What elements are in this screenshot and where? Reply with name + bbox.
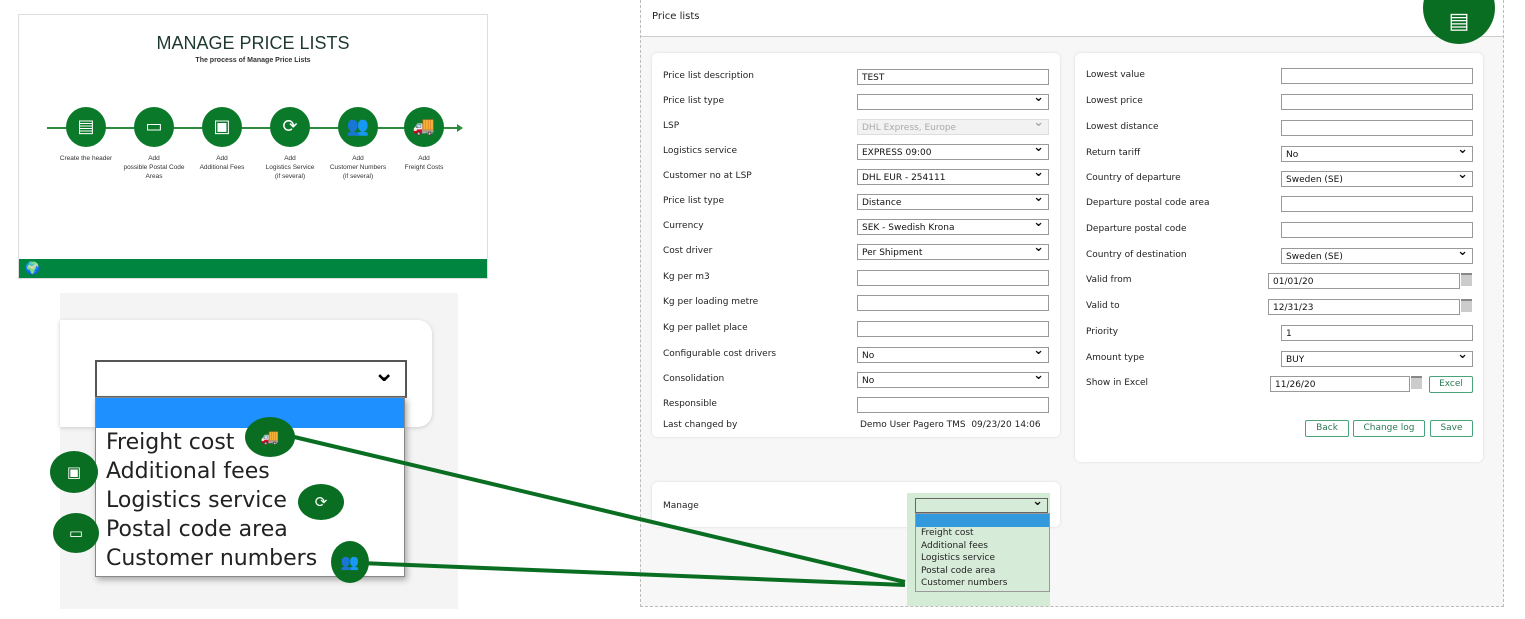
- connector-lines: [289, 434, 906, 587]
- connector-line: [289, 434, 906, 584]
- connector-line: [359, 561, 906, 587]
